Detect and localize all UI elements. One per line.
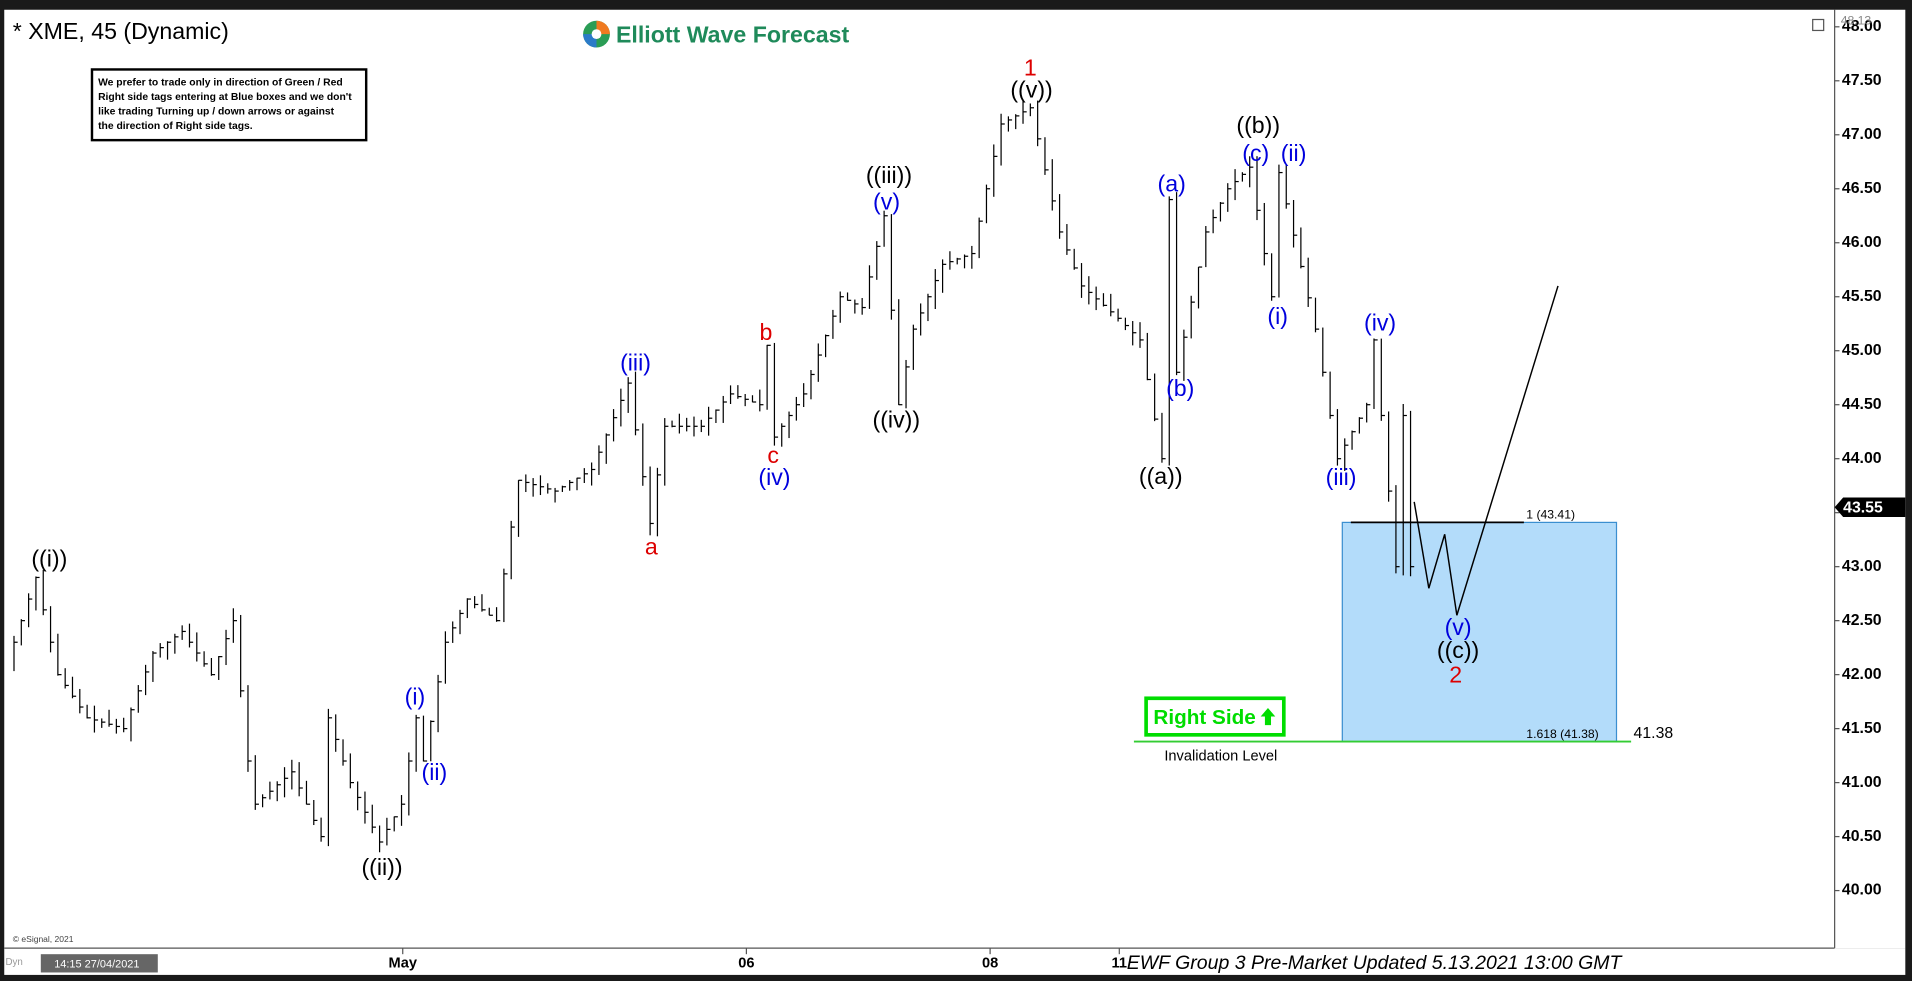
- wave-label: (c): [1242, 140, 1269, 166]
- top-price: 48.13: [1841, 13, 1872, 27]
- wave-label: b: [759, 319, 772, 345]
- y-tick-label: 47.50: [1842, 72, 1882, 89]
- wave-label: (i): [1267, 303, 1288, 329]
- wave-label: a: [645, 533, 658, 559]
- wave-label: (iii): [620, 349, 651, 375]
- y-tick-label: 42.50: [1842, 612, 1882, 629]
- current-price-marker: 43.55: [1834, 497, 1906, 518]
- ewf-logo: Elliott Wave Forecast: [583, 20, 849, 48]
- y-tick-label: 41.50: [1842, 720, 1882, 737]
- price-chart[interactable]: 48.0047.5047.0046.5046.0045.5045.0044.50…: [0, 0, 1912, 981]
- wave-label: (v): [1445, 614, 1472, 640]
- y-tick-label: 41.00: [1842, 774, 1882, 791]
- copyright: © eSignal, 2021: [13, 934, 74, 944]
- note-line: like trading Turning up / down arrows or…: [98, 107, 335, 118]
- wave-label: (i): [405, 683, 426, 709]
- current-price: 43.55: [1843, 500, 1883, 517]
- wave-label: ((i)): [31, 546, 67, 572]
- y-tick-label: 43.00: [1842, 558, 1882, 575]
- y-tick-label: 40.00: [1842, 882, 1882, 899]
- note-line: the direction of Right side tags.: [98, 121, 253, 132]
- wave-label: ((iii)): [866, 162, 912, 188]
- wave-label: (ii): [422, 759, 448, 785]
- cursor-time: 14:15 27/04/2021: [54, 959, 139, 971]
- y-tick-label: 40.50: [1842, 828, 1882, 845]
- wave-label: (a): [1158, 170, 1186, 196]
- wave-label: ((ii)): [361, 854, 402, 880]
- wave-label: ((b)): [1236, 112, 1280, 138]
- dyn-label: Dyn: [5, 957, 22, 968]
- wave-label: 2: [1449, 661, 1462, 687]
- y-tick-label: 45.00: [1842, 342, 1882, 359]
- price-axis[interactable]: [1834, 9, 1906, 949]
- wave-label: (iv): [758, 464, 790, 490]
- trading-note: We prefer to trade only in direction of …: [90, 68, 368, 142]
- wave-label: (b): [1166, 375, 1194, 401]
- wave-label: (iv): [1364, 309, 1396, 335]
- y-tick-label: 46.50: [1842, 180, 1882, 197]
- x-tick-label: May: [389, 956, 418, 972]
- note-line: We prefer to trade only in direction of …: [98, 77, 343, 88]
- y-tick-label: 47.00: [1842, 126, 1882, 143]
- right-side-label: Right Side: [1153, 706, 1255, 729]
- chart-title: * XME, 45 (Dynamic): [13, 18, 229, 44]
- plot-area: [4, 9, 1835, 949]
- logo-text: Elliott Wave Forecast: [616, 22, 849, 48]
- y-tick-label: 46.00: [1842, 234, 1882, 251]
- y-tick-label: 42.00: [1842, 666, 1882, 683]
- x-tick-label: 06: [738, 956, 754, 972]
- y-tick-label: 44.00: [1842, 450, 1882, 467]
- x-tick-label: 11: [1112, 956, 1127, 972]
- wave-label: ((c)): [1437, 637, 1479, 663]
- right-side-tag: Right Side: [1144, 696, 1286, 737]
- y-tick-label: 44.50: [1842, 396, 1882, 413]
- fib-1618-label: 1.618 (41.38): [1526, 727, 1598, 741]
- wave-label: ((iv)): [873, 407, 921, 433]
- y-tick-label: 45.50: [1842, 288, 1882, 305]
- wave-label: (iii): [1326, 464, 1357, 490]
- wave-label: (v): [873, 189, 900, 215]
- restore-icon[interactable]: [1812, 18, 1825, 32]
- x-tick-label: 08: [982, 956, 998, 972]
- invalidation-value: 41.38: [1634, 725, 1674, 742]
- wave-label: (ii): [1281, 140, 1307, 166]
- note-line: Right side tags entering at Blue boxes a…: [98, 92, 352, 103]
- blue-box-zone: [1341, 521, 1618, 743]
- wave-label: ((v)): [1010, 77, 1052, 103]
- wave-label: ((a)): [1139, 463, 1183, 489]
- fib-1-label: 1 (43.41): [1526, 508, 1575, 522]
- invalidation-label: Invalidation Level: [1164, 748, 1277, 764]
- footer-updated: EWF Group 3 Pre-Market Updated 5.13.2021…: [1127, 952, 1624, 974]
